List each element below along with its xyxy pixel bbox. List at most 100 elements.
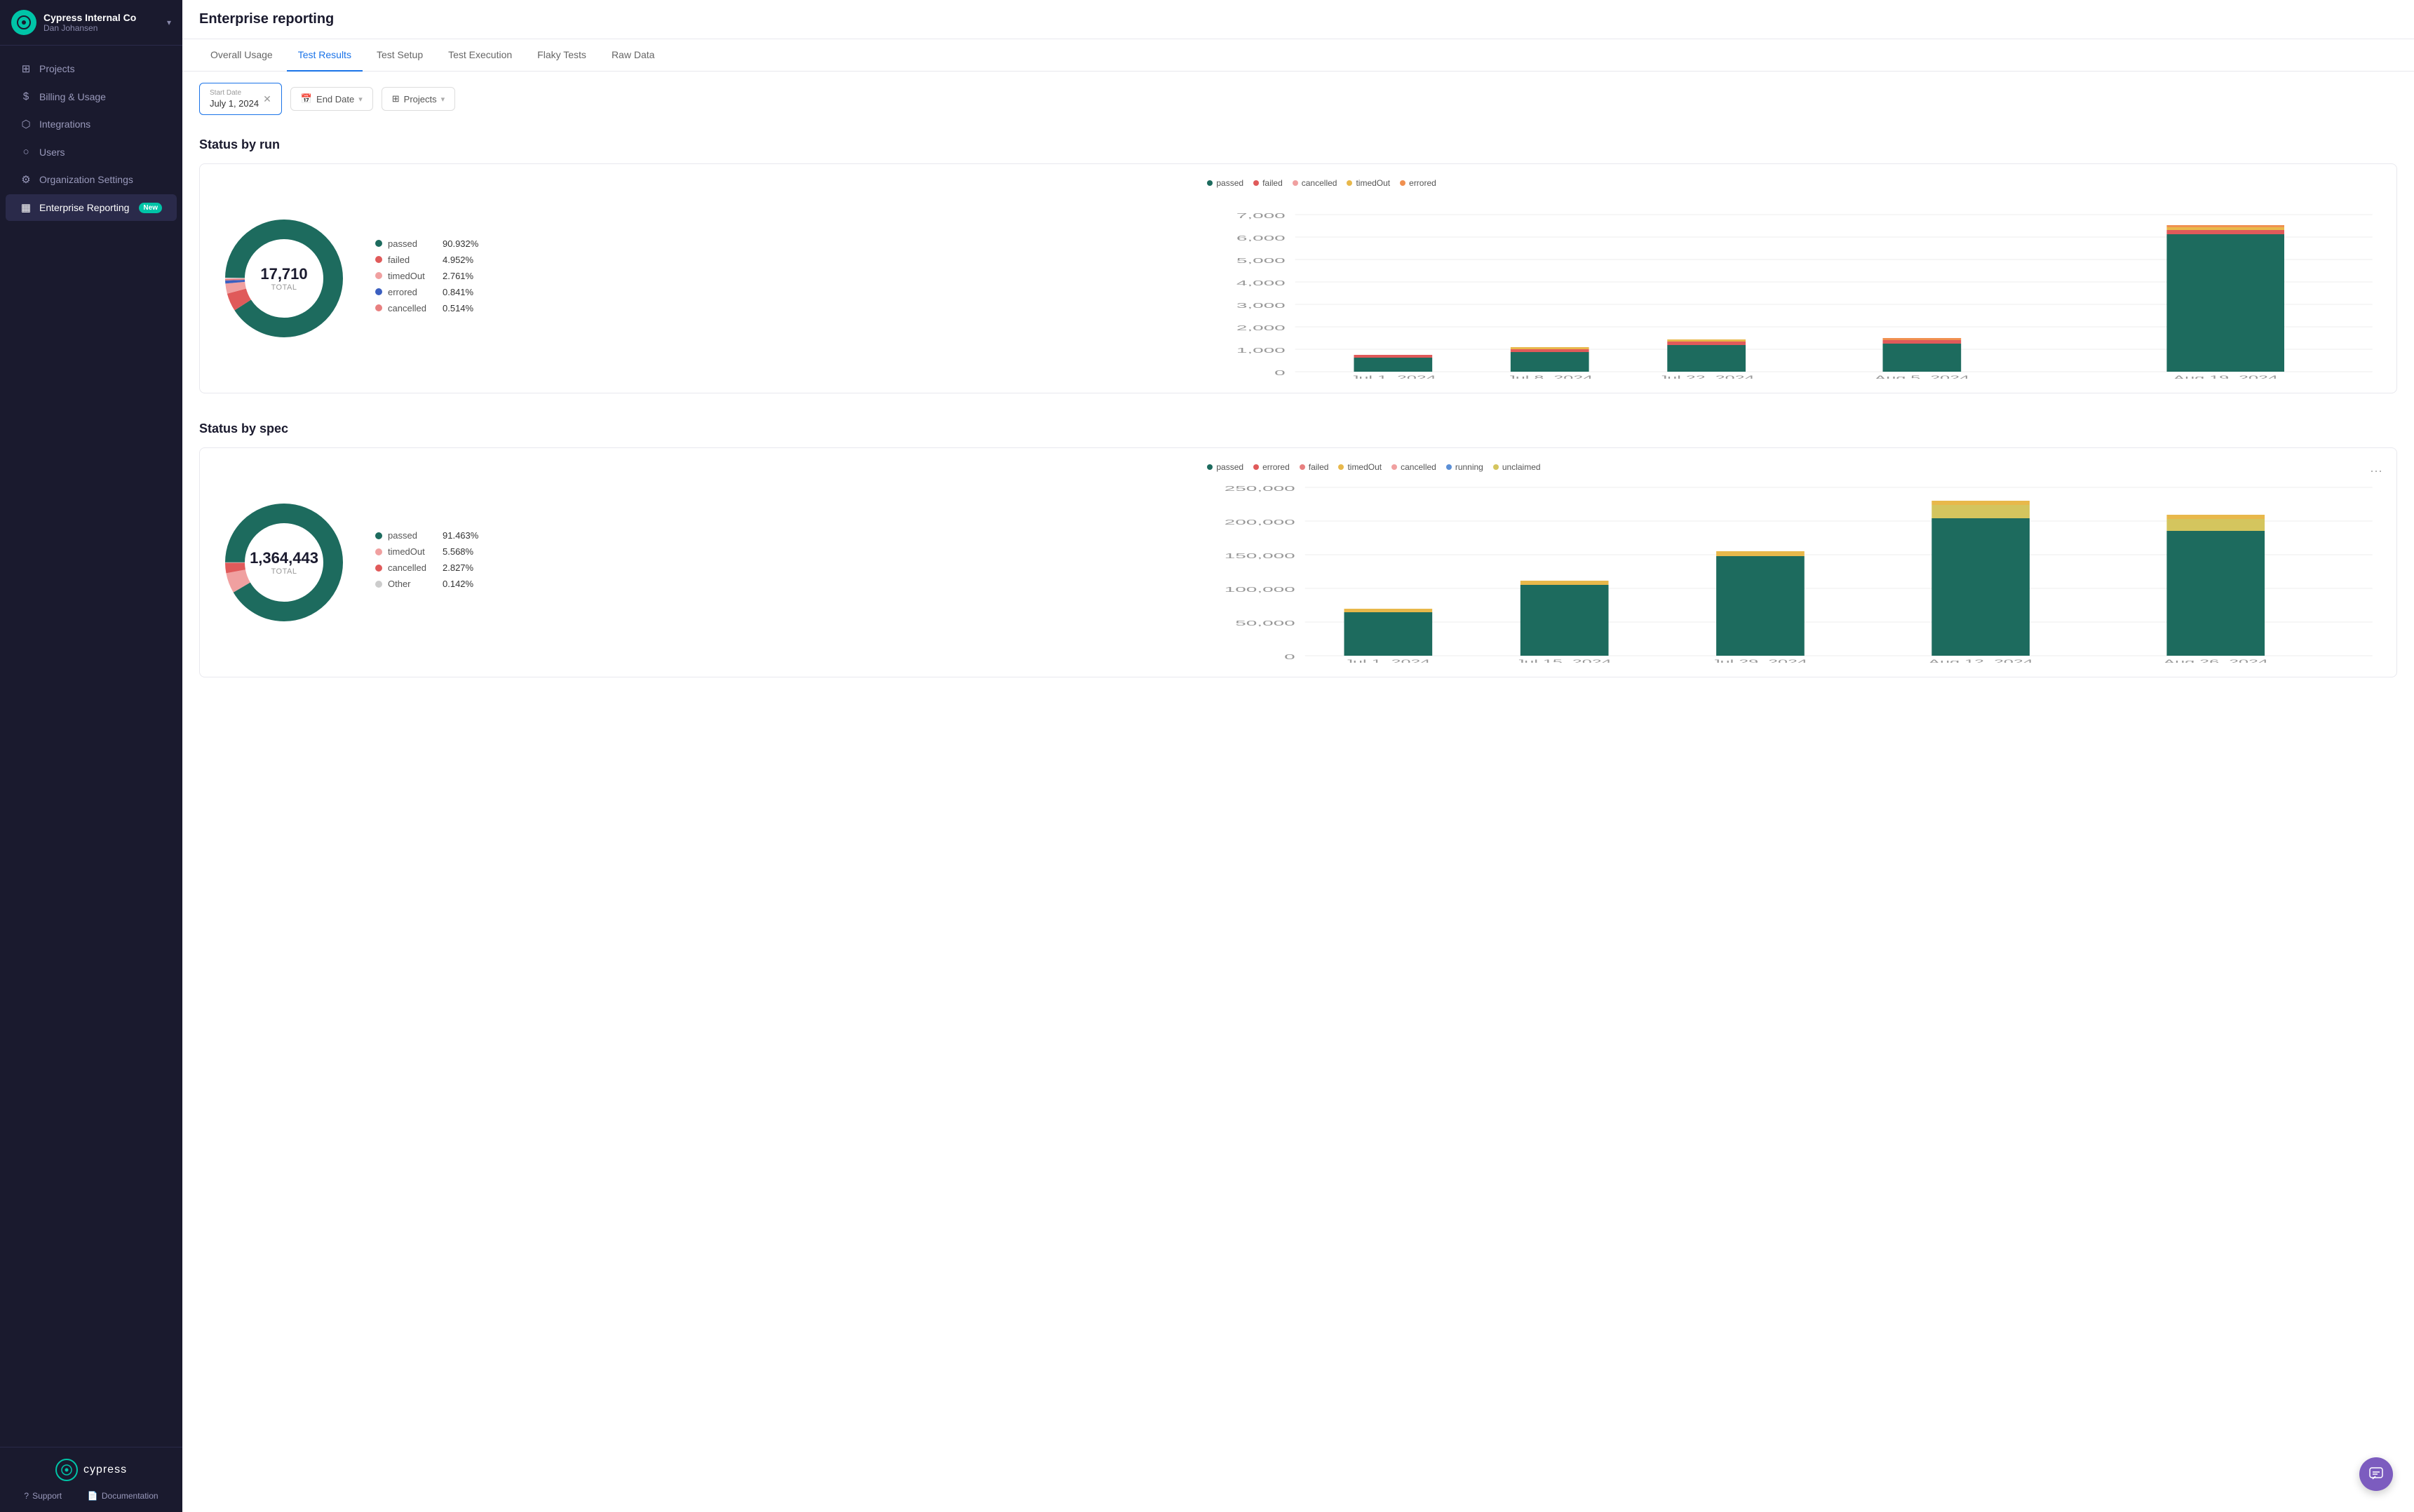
legend-name-failed: failed [388,255,437,265]
spec-bar-aug26-other [2167,515,2265,519]
bar-aug19-timedout [2167,227,2285,230]
legend-errored: errored 0.841% [375,287,478,297]
svg-text:Aug 5, 2024: Aug 5, 2024 [1875,374,1969,379]
bar-legend-dot-cancelled [1293,180,1298,186]
bar-legend-cancelled: cancelled [1293,178,1337,188]
start-date-filter[interactable]: Start Date July 1, 2024 ✕ [199,83,282,115]
sidebar-item-projects[interactable]: ⊞ Projects [6,55,177,82]
reporting-icon: ▦ [20,201,32,214]
svg-text:200,000: 200,000 [1225,518,1295,526]
end-date-chevron-icon: ▾ [358,95,363,104]
spec-bar-legend-passed: passed [1207,462,1243,472]
page-title: Enterprise reporting [199,11,2397,27]
spec-donut-center: 1,364,443 TOTAL [250,549,318,576]
support-link[interactable]: ? Support [24,1491,62,1501]
legend-dot-errored [375,288,382,295]
end-date-filter[interactable]: 📅 End Date ▾ [290,87,373,111]
spec-legend-name-timedout: timedOut [388,546,437,557]
svg-text:50,000: 50,000 [1236,619,1295,627]
sidebar-item-enterprise-reporting[interactable]: ▦ Enterprise Reporting New [6,194,177,221]
run-donut-label: TOTAL [260,283,307,292]
sidebar-item-org-settings[interactable]: ⚙ Organization Settings [6,166,177,193]
legend-name-cancelled: cancelled [388,303,437,313]
svg-text:Aug 26, 2024: Aug 26, 2024 [2164,659,2268,663]
end-date-label: End Date [316,94,354,104]
bar-legend-dot-failed [1253,180,1259,186]
filters-bar: Start Date July 1, 2024 ✕ 📅 End Date ▾ ⊞… [182,72,2414,126]
bar-legend-failed: failed [1253,178,1283,188]
spec-legend-pct-other: 0.142% [443,579,473,589]
spec-legend-dot-passed [375,532,382,539]
docs-link[interactable]: 📄 Documentation [88,1491,159,1501]
start-date-inner: Start Date July 1, 2024 [210,89,259,109]
users-icon: ○ [20,146,32,158]
projects-filter-label: Projects [404,94,437,104]
spec-legend-other: Other 0.142% [375,579,478,589]
bar-legend-dot-errored [1400,180,1405,186]
main-content: Enterprise reporting Overall Usage Test … [182,0,2414,1512]
bar-legend-errored: errored [1400,178,1436,188]
spec-bar-jul15-passed [1520,585,1609,656]
new-badge: New [139,203,162,213]
legend-cancelled: cancelled 0.514% [375,303,478,313]
sidebar-item-billing[interactable]: $ Billing & Usage [6,83,177,109]
tab-test-results[interactable]: Test Results [287,39,363,72]
spec-legend-passed: passed 91.463% [375,530,478,541]
start-date-clear-icon[interactable]: ✕ [263,93,271,105]
run-donut-total: 17,710 [260,265,307,283]
more-options-icon[interactable]: ⋯ [2370,464,2382,479]
spec-legend-name-other: Other [388,579,437,589]
svg-text:0: 0 [1284,653,1295,661]
spec-bar-aug26-unclaimed [2167,519,2265,531]
svg-text:Jul 1, 2024: Jul 1, 2024 [1344,659,1431,663]
svg-text:7,000: 7,000 [1236,212,1286,220]
tab-flaky-tests[interactable]: Flaky Tests [526,39,598,72]
svg-text:4,000: 4,000 [1236,279,1286,287]
svg-text:250,000: 250,000 [1225,485,1295,492]
spec-bar-legend-label-failed: failed [1309,462,1329,472]
spec-legend-pct-passed: 91.463% [443,530,478,541]
legend-passed: passed 90.932% [375,238,478,249]
bar-legend-label-cancelled: cancelled [1302,178,1337,188]
legend-timedout: timedOut 2.761% [375,271,478,281]
tab-overall-usage[interactable]: Overall Usage [199,39,284,72]
support-icon: ? [24,1491,29,1501]
svg-text:Jul 29, 2024: Jul 29, 2024 [1711,659,1807,663]
sidebar-item-label-org-settings: Organization Settings [39,174,133,185]
spec-bar-aug12-unclaimed [1932,505,2030,518]
org-name: Cypress Internal Co [43,12,167,23]
spec-bar-legend-dot-errored [1253,464,1259,470]
legend-name-passed: passed [388,238,437,249]
spec-legend-dot-cancelled [375,565,382,572]
tab-test-execution[interactable]: Test Execution [437,39,523,72]
legend-dot-timedout [375,272,382,279]
bar-legend-label-failed: failed [1262,178,1283,188]
bar-jul8-timedout [1511,347,1589,349]
svg-text:5,000: 5,000 [1236,257,1286,264]
svg-text:Jul 1, 2024: Jul 1, 2024 [1350,374,1436,379]
chat-float-button[interactable] [2359,1457,2393,1491]
sidebar: Cypress Internal Co Dan Johansen ▾ ⊞ Pro… [0,0,182,1512]
run-donut-section: 17,710 TOTAL passed 90.932% failed 4.952… [214,178,1193,379]
spec-bar-legend-dot-passed [1207,464,1213,470]
spec-bar-section: passed errored failed timedOut [1207,462,2382,663]
org-header[interactable]: Cypress Internal Co Dan Johansen ▾ [0,0,182,46]
status-by-spec-section: Status by spec 1,364,443 TOTAL [182,421,2414,694]
legend-pct-errored: 0.841% [443,287,473,297]
sidebar-links: ? Support 📄 Documentation [11,1491,171,1501]
spec-bar-legend-failed: failed [1300,462,1329,472]
sidebar-item-users[interactable]: ○ Users [6,139,177,165]
sidebar-item-label-enterprise: Enterprise Reporting [39,202,129,213]
sidebar-item-label-integrations: Integrations [39,119,90,130]
bar-jul8-failed [1511,349,1589,352]
spec-bar-legend-cancelled: cancelled [1391,462,1436,472]
tab-test-setup[interactable]: Test Setup [365,39,434,72]
sidebar-item-integrations[interactable]: ⬡ Integrations [6,111,177,137]
page-header: Enterprise reporting [182,0,2414,39]
legend-pct-passed: 90.932% [443,238,478,249]
spec-legend-pct-cancelled: 2.827% [443,562,473,573]
spec-legend-pct-timedout: 5.568% [443,546,473,557]
tab-raw-data[interactable]: Raw Data [600,39,666,72]
svg-text:100,000: 100,000 [1225,586,1295,593]
projects-filter[interactable]: ⊞ Projects ▾ [382,87,455,111]
